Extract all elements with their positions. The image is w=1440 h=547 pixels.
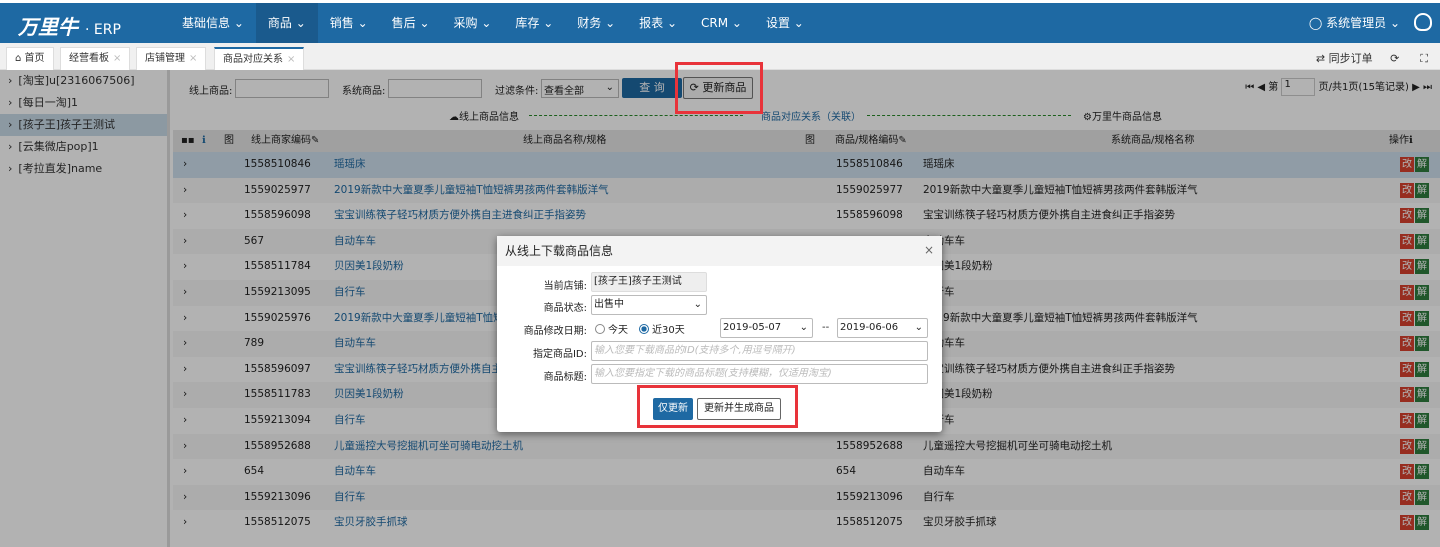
tab-label: 经营看板 bbox=[69, 53, 109, 64]
product-title-label: 商品标题: bbox=[543, 372, 587, 383]
date-from-select[interactable]: 2019-05-07 ⌄ bbox=[720, 318, 813, 338]
tab-dashboard[interactable]: 经营看板 × bbox=[60, 47, 131, 70]
tab-store-management[interactable]: 店铺管理 × bbox=[136, 47, 207, 70]
highlight-box bbox=[675, 62, 763, 114]
close-icon[interactable]: × bbox=[189, 53, 197, 64]
nav-item[interactable]: 财务 ⌄ bbox=[565, 3, 627, 43]
fullscreen-icon[interactable]: ⛶ bbox=[1420, 52, 1428, 65]
user-name: 系统管理员 ⌄ bbox=[1326, 16, 1400, 30]
date-label: 商品修改日期: bbox=[523, 326, 587, 337]
user-menu[interactable]: ◯ 系统管理员 ⌄ bbox=[1309, 3, 1400, 43]
tab-label: 商品对应关系 bbox=[223, 54, 283, 65]
status-label: 商品状态: bbox=[543, 303, 587, 314]
logo-text: 万里牛 bbox=[18, 15, 78, 39]
date-to-select[interactable]: 2019-06-06 ⌄ bbox=[837, 318, 928, 338]
radio-checked-icon bbox=[639, 324, 649, 334]
nav-item[interactable]: CRM ⌄ bbox=[689, 3, 754, 43]
store-field: [孩子王]孩子王测试 bbox=[591, 272, 707, 292]
close-icon[interactable]: × bbox=[113, 53, 121, 64]
nav-item[interactable]: 售后 ⌄ bbox=[380, 3, 442, 43]
sync-orders-button[interactable]: ⇄ 同步订单 bbox=[1316, 52, 1373, 65]
radio-last-30-days[interactable]: 近30天 bbox=[639, 321, 685, 336]
highlight-box bbox=[637, 385, 798, 428]
tab-label: ⌂ 首页 bbox=[15, 53, 45, 64]
chevron-down-icon: ⌄ bbox=[914, 322, 923, 333]
nav-item[interactable]: 商品 ⌄ bbox=[255, 3, 318, 43]
nav-item[interactable]: 报表 ⌄ bbox=[627, 3, 689, 43]
dialog-header: 从线上下载商品信息 × bbox=[497, 236, 942, 266]
logo[interactable]: 万里牛 · ERP bbox=[18, 11, 121, 40]
radio-last30-label: 近30天 bbox=[652, 325, 685, 336]
tab-label: 店铺管理 bbox=[145, 53, 185, 64]
product-id-input[interactable]: 输入您要下载商品的ID(支持多个,用逗号隔开) bbox=[591, 341, 928, 361]
tab-tools: ⇄ 同步订单 ⟳ ⛶ bbox=[1316, 50, 1428, 66]
logo-suffix: · ERP bbox=[84, 22, 121, 38]
tab-product-mapping[interactable]: 商品对应关系 × bbox=[214, 47, 305, 70]
status-value: 出售中 bbox=[594, 299, 624, 310]
radio-today[interactable]: 今天 bbox=[595, 321, 628, 336]
top-navbar: 万里牛 · ERP 基础信息 ⌄ 商品 ⌄ 销售 ⌄ 售后 ⌄ 采购 ⌄ 库存 ⌄ 财务 ⌄… bbox=[0, 3, 1440, 43]
dialog-title: 从线上下载商品信息 bbox=[505, 244, 614, 258]
radio-icon bbox=[595, 324, 605, 334]
product-title-input[interactable]: 输入您要指定下载的商品标题(支持模糊，仅适用淘宝) bbox=[591, 364, 928, 384]
chevron-down-icon: ⌄ bbox=[799, 322, 808, 333]
product-id-label: 指定商品ID: bbox=[532, 349, 587, 360]
nav-item[interactable]: 设置 ⌄ bbox=[754, 3, 816, 43]
nav-item[interactable]: 销售 ⌄ bbox=[318, 3, 380, 43]
nav-item[interactable]: 库存 ⌄ bbox=[503, 3, 565, 43]
refresh-icon[interactable]: ⟳ bbox=[1390, 52, 1399, 65]
chevron-down-icon: ⌄ bbox=[693, 299, 702, 310]
date-separator: -- bbox=[822, 322, 830, 333]
status-select[interactable]: 出售中 ⌄ bbox=[591, 295, 707, 315]
user-icon: ◯ bbox=[1308, 16, 1327, 30]
close-icon[interactable]: × bbox=[287, 54, 295, 65]
nav-item[interactable]: 基础信息 ⌄ bbox=[170, 3, 256, 43]
nav-item[interactable]: 采购 ⌄ bbox=[442, 3, 504, 43]
date-from-value: 2019-05-07 bbox=[723, 322, 782, 333]
date-to-value: 2019-06-06 bbox=[840, 322, 899, 333]
main-menu: 基础信息 ⌄ 商品 ⌄ 销售 ⌄ 售后 ⌄ 采购 ⌄ 库存 ⌄ 财务 ⌄ 报表 ⌄ CRM ⌄ 设… bbox=[170, 3, 816, 43]
close-icon[interactable]: × bbox=[924, 236, 934, 264]
headset-icon[interactable] bbox=[1414, 13, 1432, 31]
radio-today-label: 今天 bbox=[608, 325, 628, 336]
tab-home[interactable]: ⌂ 首页 bbox=[6, 47, 54, 70]
store-label: 当前店铺: bbox=[543, 281, 587, 292]
